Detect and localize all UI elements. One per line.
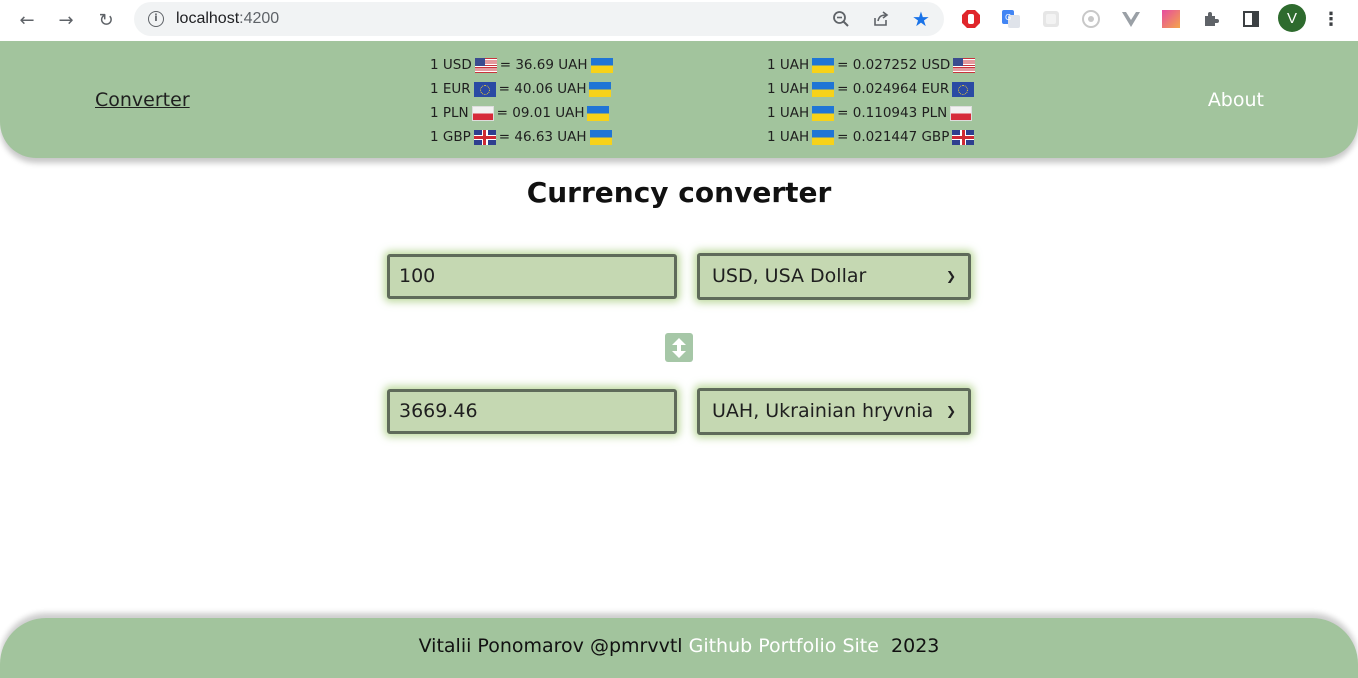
rate-value: = 36.69 UAH [499, 57, 588, 73]
portfolio-link[interactable]: Portfolio Site [758, 635, 879, 657]
color-picker-icon[interactable] [1160, 8, 1182, 30]
ua-flag-icon [589, 129, 612, 145]
rate-value: = 0.024964 EUR [837, 81, 950, 97]
footer-text: Vitalii Ponomarov @pmrvvtl Github Portfo… [0, 635, 1358, 657]
rate-value: = 46.63 UAH [498, 129, 587, 145]
rate-base: 1 UAH [767, 81, 810, 97]
rate-base: 1 PLN [430, 105, 469, 121]
eu-flag-icon [952, 81, 975, 97]
svg-text:G: G [1005, 13, 1011, 22]
ua-flag-icon [589, 81, 612, 97]
from-currency-select[interactable]: USD, USA Dollar ❯ [697, 253, 971, 300]
rate-base: 1 GBP [430, 129, 471, 145]
extension-icon[interactable] [1080, 8, 1102, 30]
ua-flag-icon [812, 81, 835, 97]
forward-icon[interactable]: → [51, 6, 81, 34]
ua-flag-icon [812, 129, 835, 145]
rate-row: 1 GBP = 46.63 UAH [430, 125, 616, 149]
pl-flag-icon [950, 105, 973, 121]
url-text[interactable]: localhost:4200 [176, 10, 279, 28]
zoom-icon[interactable] [830, 8, 852, 30]
rate-base: 1 UAH [767, 57, 810, 73]
translate-icon[interactable]: G [1000, 8, 1022, 30]
rate-value: = 0.027252 USD [837, 57, 951, 73]
rate-value: = 09.01 UAH [496, 105, 585, 121]
ua-flag-icon [812, 105, 835, 121]
site-info-icon[interactable]: i [148, 11, 164, 27]
ua-flag-icon [587, 105, 610, 121]
from-amount-input[interactable]: 100 [387, 254, 677, 299]
rate-value: = 0.021447 GBP [837, 129, 950, 145]
profile-avatar[interactable]: V [1278, 4, 1306, 32]
puzzle-icon[interactable] [1200, 8, 1222, 30]
gb-flag-icon [952, 129, 975, 145]
rate-base: 1 USD [430, 57, 472, 73]
to-currency-select[interactable]: UAH, Ukrainian hryvnia ❯ [697, 388, 971, 435]
github-link[interactable]: Github [689, 635, 753, 657]
eu-flag-icon [473, 81, 496, 97]
us-flag-icon [474, 57, 497, 73]
site-header: Converter 1 USD = 36.69 UAH 1 EUR = 40.0… [0, 41, 1358, 158]
browser-toolbar: ← → ↻ i localhost:4200 ★ G V ⋮ [0, 0, 1358, 42]
back-icon[interactable]: ← [12, 6, 42, 34]
side-panel-icon[interactable] [1240, 8, 1262, 30]
menu-icon[interactable]: ⋮ [1320, 8, 1342, 30]
rate-row: 1 EUR = 40.06 UAH [430, 77, 616, 101]
rate-row: 1 USD = 36.69 UAH [430, 53, 616, 77]
rate-row: 1 UAH = 0.027252 USD [767, 53, 978, 77]
rates-to-uah: 1 USD = 36.69 UAH 1 EUR = 40.06 UAH 1 PL… [430, 53, 616, 149]
rate-row: 1 PLN = 09.01 UAH [430, 101, 616, 125]
rate-base: 1 EUR [430, 81, 471, 97]
from-currency-value: USD, USA Dollar [712, 265, 867, 287]
adblock-icon[interactable] [960, 8, 982, 30]
reload-icon[interactable]: ↻ [91, 6, 121, 34]
rate-base: 1 UAH [767, 105, 810, 121]
rate-row: 1 UAH = 0.021447 GBP [767, 125, 978, 149]
us-flag-icon [953, 57, 976, 73]
rate-base: 1 UAH [767, 129, 810, 145]
ua-flag-icon [812, 57, 835, 73]
rate-row: 1 UAH = 0.024964 EUR [767, 77, 978, 101]
gb-flag-icon [473, 129, 496, 145]
footer-author: Vitalii Ponomarov @pmrvvtl [418, 635, 683, 657]
rate-value: = 0.110943 PLN [837, 105, 948, 121]
share-icon[interactable] [870, 8, 892, 30]
address-bar[interactable]: i localhost:4200 ★ [134, 2, 944, 36]
vue-devtools-icon[interactable] [1120, 8, 1142, 30]
to-amount-input[interactable]: 3669.46 [387, 389, 677, 434]
star-icon[interactable]: ★ [910, 7, 932, 31]
nav-converter-link[interactable]: Converter [95, 89, 190, 111]
chevron-down-icon: ❯ [945, 404, 956, 418]
rate-row: 1 UAH = 0.110943 PLN [767, 101, 978, 125]
nav-about-link[interactable]: About [1208, 89, 1264, 111]
ua-flag-icon [590, 57, 613, 73]
footer-year: 2023 [891, 635, 940, 657]
chevron-down-icon: ❯ [945, 269, 956, 283]
extension-icon[interactable] [1040, 8, 1062, 30]
swap-arrows-icon [672, 337, 686, 358]
page-title: Currency converter [526, 176, 832, 209]
rate-value: = 40.06 UAH [498, 81, 587, 97]
site-footer: Vitalii Ponomarov @pmrvvtl Github Portfo… [0, 618, 1358, 678]
pl-flag-icon [471, 105, 494, 121]
rates-from-uah: 1 UAH = 0.027252 USD 1 UAH = 0.024964 EU… [767, 53, 978, 149]
to-currency-value: UAH, Ukrainian hryvnia [712, 400, 934, 422]
swap-currencies-button[interactable] [665, 333, 693, 362]
